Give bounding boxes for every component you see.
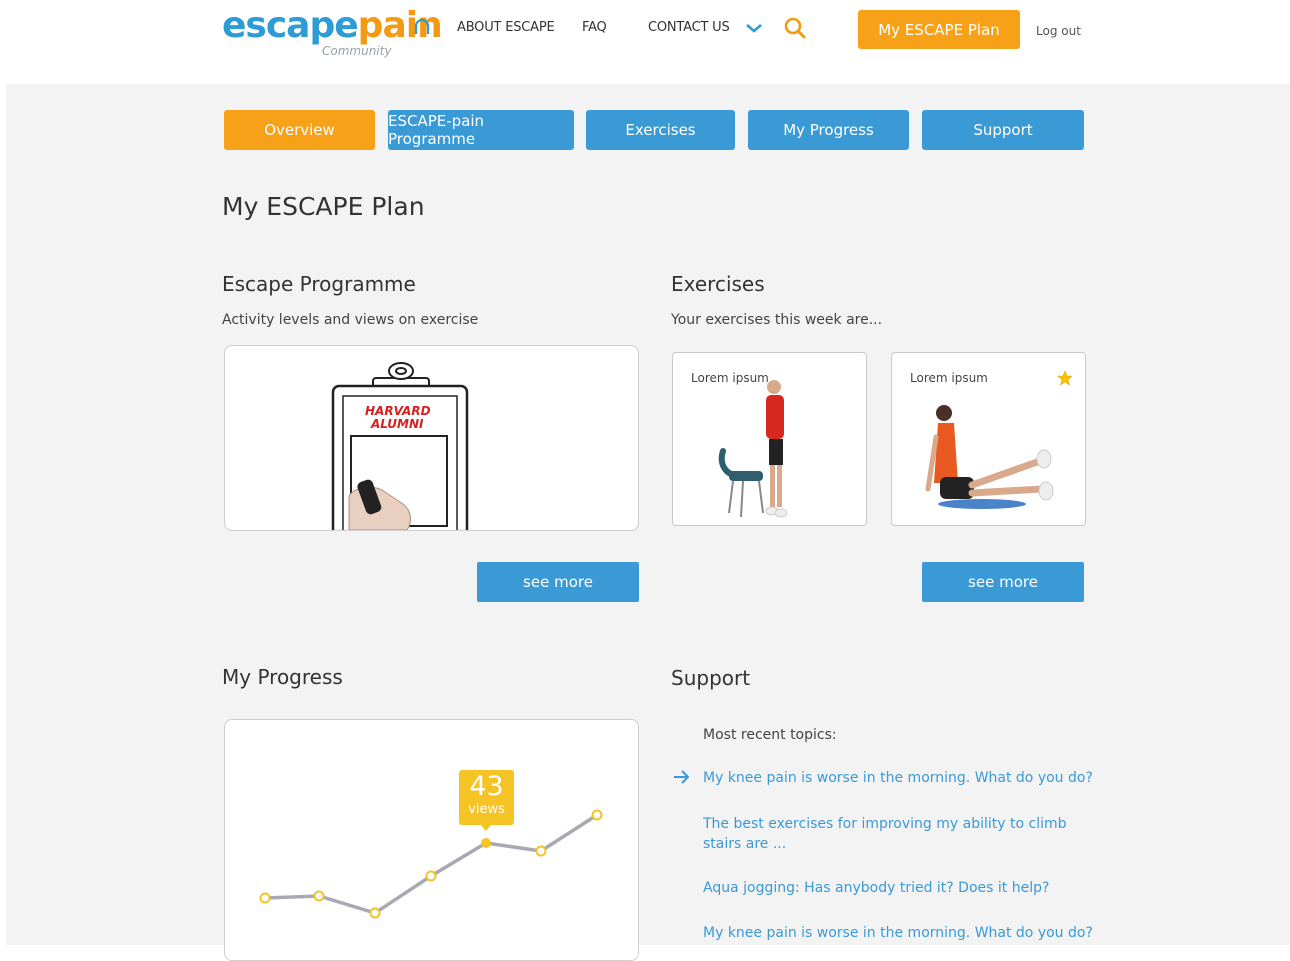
support-topic-link[interactable]: The best exercises for improving my abil…: [703, 814, 1103, 854]
recent-topics-label: Most recent topics:: [703, 727, 837, 743]
logo-community-text: Community: [322, 44, 392, 58]
views-tooltip-pointer: [481, 825, 491, 831]
whiteboard-clipboard-illustration: [331, 362, 469, 530]
support-section-title: Support: [671, 666, 751, 690]
logout-link[interactable]: Log out: [1036, 24, 1081, 38]
tab-escape-pain-programme[interactable]: ESCAPE-pain Programme: [388, 110, 574, 150]
nav-faq[interactable]: FAQ: [582, 20, 607, 35]
tab-overview[interactable]: Overview: [224, 110, 375, 150]
tab-my-progress[interactable]: My Progress: [748, 110, 909, 150]
page-title: My ESCAPE Plan: [222, 192, 425, 221]
logo-escape-text: escape: [222, 5, 359, 46]
my-escape-plan-button[interactable]: My ESCAPE Plan: [858, 10, 1020, 49]
chart-point[interactable]: [535, 845, 547, 857]
chart-point[interactable]: [259, 892, 271, 904]
programme-subtitle: Activity levels and views on exercise: [222, 312, 479, 328]
video-text-harvard: HARVARD: [365, 404, 431, 418]
top-navigation-bar: escapepain Community ABOUT ESCAPE FAQ CO…: [0, 0, 1290, 84]
standing-exercise-image: [718, 380, 788, 518]
chart-point[interactable]: [591, 809, 603, 821]
chart-point[interactable]: [369, 907, 381, 919]
exercises-see-more-button[interactable]: see more: [922, 562, 1084, 602]
progress-line-chart: [259, 770, 603, 919]
nav-about-escape[interactable]: ABOUT ESCAPE: [457, 20, 555, 35]
home-arch-shape: [414, 18, 430, 34]
programme-see-more-button[interactable]: see more: [477, 562, 639, 602]
views-tooltip-unit: views: [468, 802, 505, 817]
tab-exercises[interactable]: Exercises: [586, 110, 735, 150]
exercise-card[interactable]: Lorem ipsum: [891, 352, 1086, 526]
programme-video-card[interactable]: HARVARD ALUMNI: [224, 345, 639, 531]
seated-leg-raise-image: [925, 405, 1054, 509]
chart-point-selected[interactable]: [481, 838, 491, 848]
progress-chart-card: 43 views: [224, 719, 639, 961]
chart-point[interactable]: [313, 890, 325, 902]
video-text-alumni: ALUMNI: [371, 417, 424, 431]
support-topic-link[interactable]: My knee pain is worse in the morning. Wh…: [703, 923, 1103, 943]
logo-wordmark: escapepain: [222, 4, 443, 48]
programme-section-title: Escape Programme: [222, 272, 416, 296]
tab-support[interactable]: Support: [922, 110, 1084, 150]
views-tooltip-value: 43: [469, 771, 504, 802]
exercises-subtitle: Your exercises this week are...: [671, 312, 883, 328]
chevron-down-icon[interactable]: [744, 20, 764, 36]
nav-contact-us[interactable]: CONTACT US: [648, 20, 730, 35]
support-topic-link[interactable]: Aqua jogging: Has anybody tried it? Does…: [703, 878, 1103, 898]
exercise-card[interactable]: Lorem ipsum: [672, 352, 867, 526]
escape-pain-logo[interactable]: escapepain Community: [222, 4, 443, 64]
support-topic-link[interactable]: My knee pain is worse in the morning. Wh…: [703, 768, 1103, 788]
search-icon[interactable]: [783, 16, 807, 40]
home-icon[interactable]: [412, 18, 432, 38]
exercises-section-title: Exercises: [671, 272, 765, 296]
arrow-right-icon: [672, 768, 692, 786]
progress-section-title: My Progress: [222, 665, 343, 689]
chart-point[interactable]: [425, 870, 437, 882]
